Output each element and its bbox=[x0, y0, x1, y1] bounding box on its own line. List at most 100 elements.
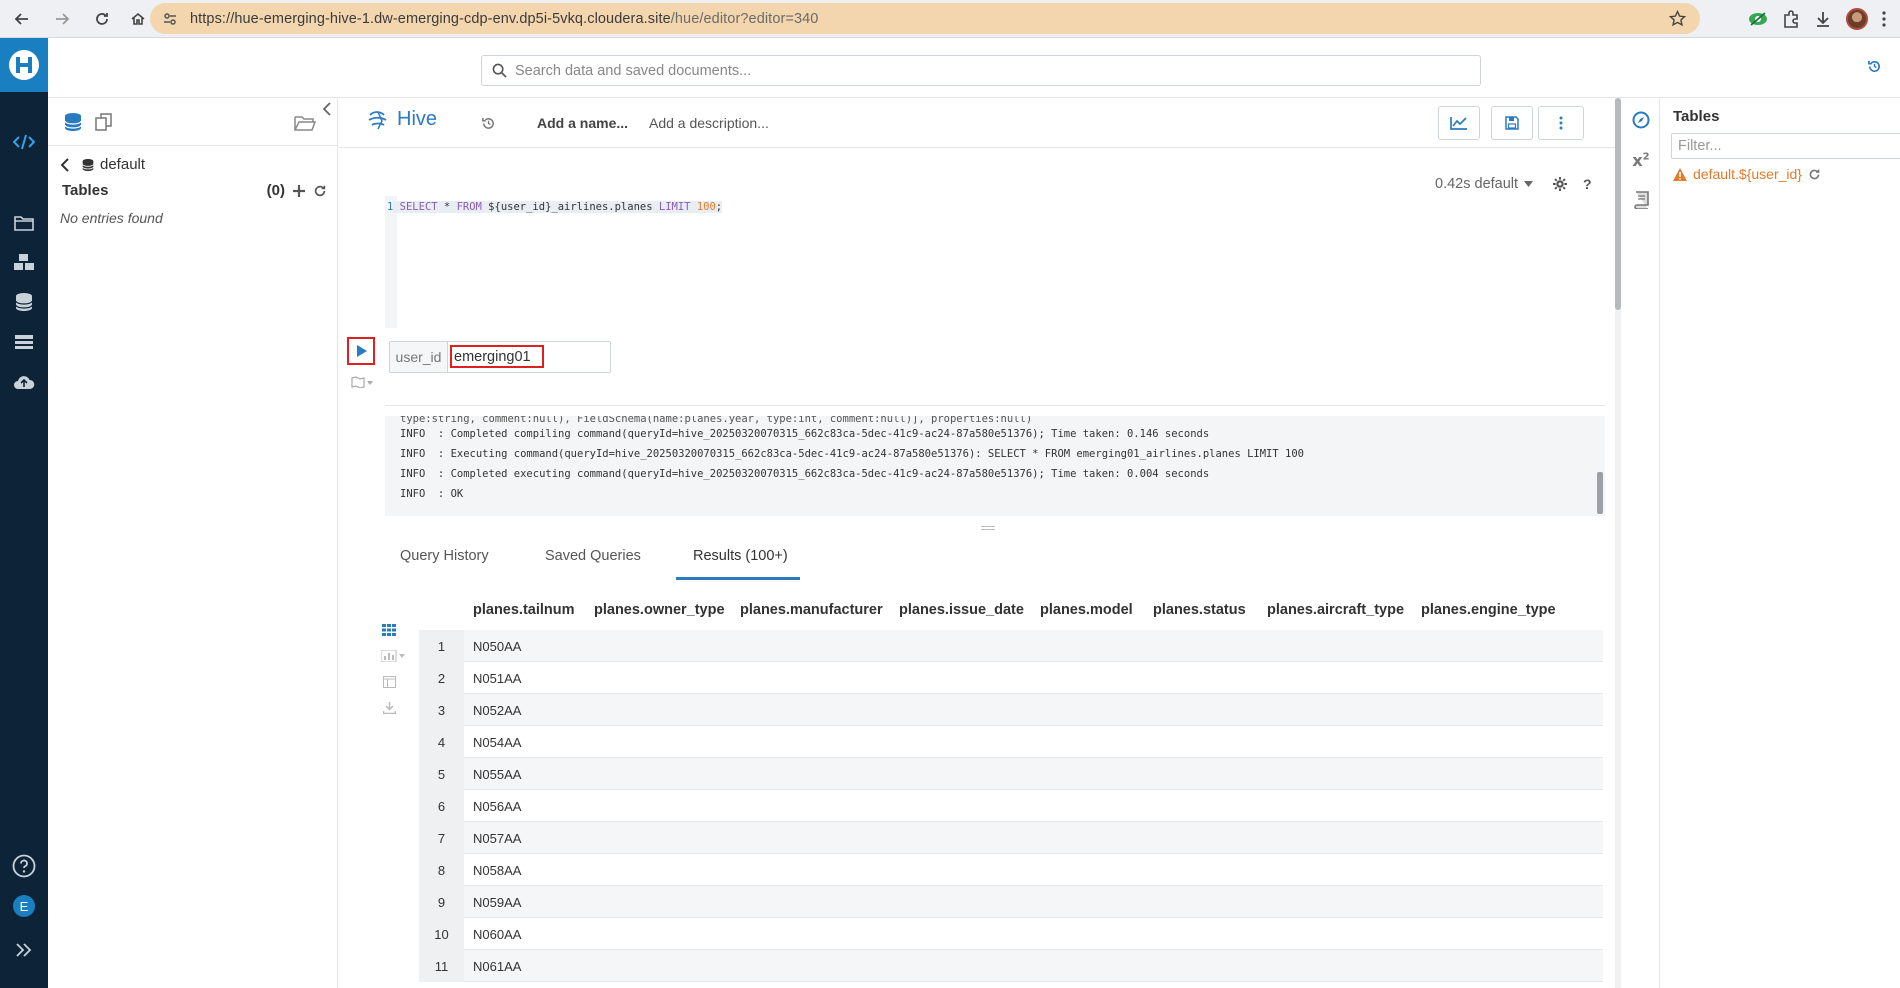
save-floppy-icon bbox=[1505, 116, 1519, 130]
address-bar[interactable]: https://hue-emerging-hive-1.dw-emerging-… bbox=[150, 3, 1700, 34]
log-line: INFO : OK bbox=[400, 488, 464, 500]
save-button[interactable] bbox=[1491, 106, 1533, 140]
add-table-icon[interactable] bbox=[293, 184, 305, 197]
table-row[interactable]: 9 N059AA bbox=[419, 886, 1603, 918]
query-log[interactable]: type:string, comment:null), FieldSchema(… bbox=[385, 416, 1605, 516]
extensions-puzzle-icon[interactable] bbox=[1782, 10, 1800, 28]
history-refresh-icon[interactable] bbox=[1867, 59, 1882, 74]
chart-button[interactable] bbox=[1438, 106, 1480, 140]
jobs-cubes-icon[interactable] bbox=[0, 244, 48, 280]
row-index: 3 bbox=[419, 694, 464, 726]
run-query-button[interactable] bbox=[347, 337, 375, 365]
table-row[interactable]: 4 N054AA bbox=[419, 726, 1603, 758]
collapse-panel-chevron-icon[interactable] bbox=[322, 102, 332, 116]
help-icon[interactable]: ? bbox=[1583, 176, 1592, 192]
download-icon[interactable] bbox=[1814, 10, 1832, 28]
forward-icon[interactable] bbox=[48, 5, 76, 33]
tab-results[interactable]: Results (100+) bbox=[693, 548, 788, 564]
table-row[interactable]: 1 N050AA bbox=[419, 630, 1603, 662]
database-breadcrumb[interactable]: default bbox=[60, 156, 145, 173]
refresh-tables-icon[interactable] bbox=[313, 184, 327, 198]
url-host: https://hue-emerging-hive-1.dw-emerging-… bbox=[190, 10, 671, 27]
editor-code-icon[interactable] bbox=[0, 124, 48, 160]
column-header[interactable]: planes.engine_type bbox=[1421, 602, 1556, 618]
column-header[interactable]: planes.tailnum bbox=[473, 602, 575, 618]
back-icon[interactable] bbox=[8, 5, 36, 33]
home-icon[interactable] bbox=[124, 5, 152, 33]
sql-code-editor[interactable]: 1 SELECT * FROM ${user_id}_airlines.plan… bbox=[385, 196, 1605, 328]
column-header[interactable]: planes.aircraft_type bbox=[1267, 602, 1404, 618]
cell-tailnum: N059AA bbox=[473, 895, 522, 910]
compass-assist-icon[interactable] bbox=[1622, 102, 1660, 138]
left-assist-panel: default Tables (0) No entries found bbox=[48, 98, 338, 988]
help-question-icon[interactable] bbox=[0, 848, 48, 884]
table-row[interactable]: 8 N058AA bbox=[419, 854, 1603, 886]
table-row[interactable]: 7 N057AA bbox=[419, 822, 1603, 854]
importer-cloud-upload-icon[interactable] bbox=[0, 364, 48, 400]
global-search-input[interactable] bbox=[515, 62, 1415, 79]
resize-handle[interactable] bbox=[981, 526, 995, 530]
sql-database-icon[interactable] bbox=[64, 112, 82, 132]
code-line-1[interactable]: 1 SELECT * FROM ${user_id}_airlines.plan… bbox=[387, 201, 723, 213]
search-icon bbox=[492, 63, 507, 78]
table-row[interactable]: 10 N060AA bbox=[419, 918, 1603, 950]
documentation-book-icon[interactable] bbox=[1622, 182, 1660, 218]
profile-avatar[interactable] bbox=[1846, 8, 1868, 30]
global-search[interactable] bbox=[481, 55, 1481, 86]
query-parameter: user_id bbox=[389, 341, 611, 373]
editor-scrollbar-thumb[interactable] bbox=[1615, 98, 1621, 310]
documents-copy-icon[interactable] bbox=[94, 112, 114, 132]
user-avatar[interactable]: E bbox=[0, 888, 48, 924]
table-row[interactable]: 2 N051AA bbox=[419, 662, 1603, 694]
column-header[interactable]: planes.issue_date bbox=[899, 602, 1024, 618]
columns-panel-icon[interactable] bbox=[377, 672, 401, 692]
table-row[interactable]: 3 N052AA bbox=[419, 694, 1603, 726]
functions-superscript-icon[interactable]: x2 bbox=[1622, 142, 1660, 178]
extension-eye-icon[interactable] bbox=[1748, 12, 1768, 26]
cell-tailnum: N055AA bbox=[473, 767, 522, 782]
editor-scrollbar[interactable] bbox=[1615, 98, 1621, 988]
storage-list-icon[interactable] bbox=[0, 324, 48, 360]
query-history-undo-icon[interactable] bbox=[481, 116, 496, 131]
back-chevron-icon[interactable] bbox=[60, 157, 70, 172]
tab-query-history[interactable]: Query History bbox=[400, 548, 489, 564]
expand-rail-icon[interactable] bbox=[0, 932, 48, 968]
column-header[interactable]: planes.status bbox=[1153, 602, 1246, 618]
right-assist-rail: x2 bbox=[1622, 98, 1660, 988]
editor-header: Hive Add a name... Add a description... bbox=[339, 98, 1619, 148]
query-name-field[interactable]: Add a name... bbox=[537, 115, 628, 131]
table-row[interactable]: 6 N056AA bbox=[419, 790, 1603, 822]
column-header[interactable]: planes.owner_type bbox=[594, 602, 725, 618]
documents-folder-icon[interactable] bbox=[0, 204, 48, 240]
row-index: 6 bbox=[419, 790, 464, 822]
execution-info[interactable]: 0.42s default ? bbox=[1435, 176, 1592, 192]
query-description-field[interactable]: Add a description... bbox=[649, 115, 769, 131]
hue-logo[interactable] bbox=[0, 38, 48, 92]
table-warning-item[interactable]: default.${user_id} bbox=[1673, 166, 1821, 182]
reload-icon[interactable] bbox=[88, 5, 116, 33]
browser-menu-icon[interactable] bbox=[1882, 11, 1886, 27]
more-options-button[interactable] bbox=[1538, 106, 1584, 140]
bookmark-star-icon[interactable] bbox=[1669, 10, 1686, 27]
url-path: /hue/editor?editor=340 bbox=[670, 10, 819, 27]
tables-filter-input[interactable] bbox=[1671, 133, 1900, 159]
chart-view-icon[interactable] bbox=[377, 646, 409, 666]
settings-gear-icon[interactable] bbox=[1553, 177, 1568, 191]
column-header[interactable]: planes.model bbox=[1040, 602, 1133, 618]
site-info-icon[interactable] bbox=[162, 11, 178, 27]
tables-database-icon[interactable] bbox=[0, 284, 48, 320]
open-folder-icon[interactable] bbox=[294, 114, 316, 132]
tables-count: (0) bbox=[266, 182, 285, 199]
refresh-icon[interactable] bbox=[1808, 168, 1821, 181]
column-header[interactable]: planes.manufacturer bbox=[740, 602, 883, 618]
grid-view-icon[interactable] bbox=[377, 620, 401, 640]
editor-type-title[interactable]: Hive bbox=[367, 108, 437, 131]
cell-tailnum: N058AA bbox=[473, 863, 522, 878]
snippet-map-icon[interactable] bbox=[351, 376, 373, 388]
param-value-input[interactable] bbox=[450, 345, 544, 368]
download-results-icon[interactable] bbox=[377, 698, 401, 718]
log-scrollbar[interactable] bbox=[1597, 472, 1603, 514]
table-row[interactable]: 11 N061AA bbox=[419, 950, 1603, 982]
tab-saved-queries[interactable]: Saved Queries bbox=[545, 548, 641, 564]
table-row[interactable]: 5 N055AA bbox=[419, 758, 1603, 790]
